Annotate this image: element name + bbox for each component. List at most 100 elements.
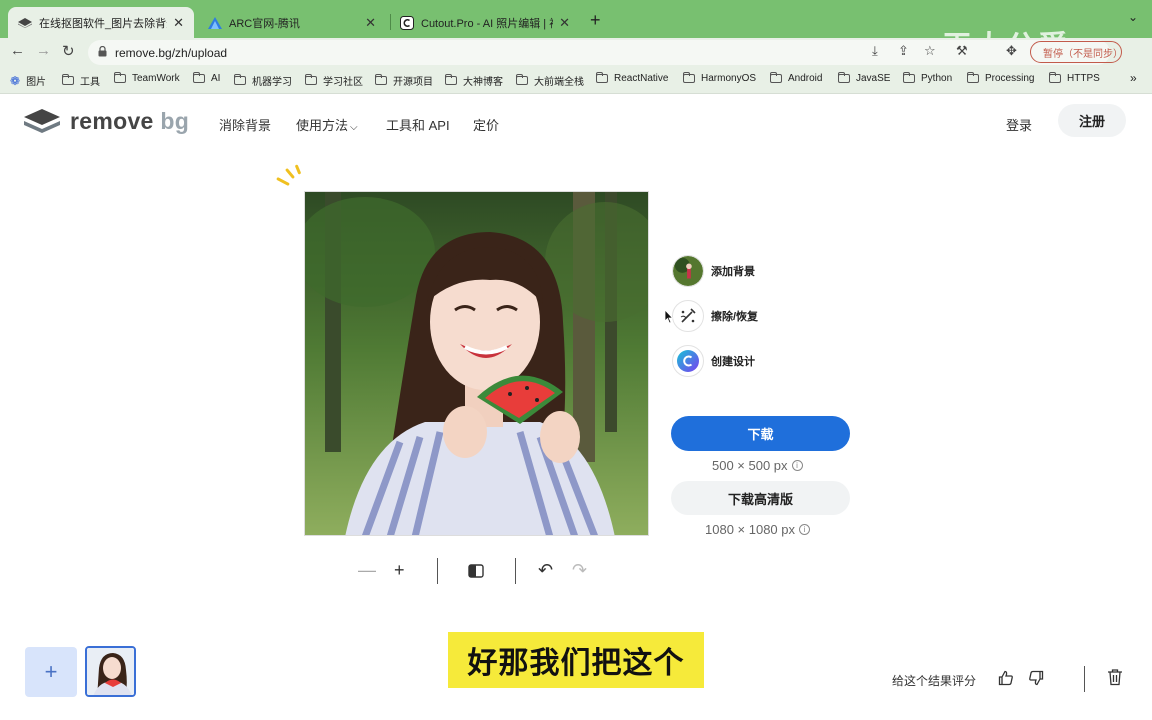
login-link[interactable]: 登录 (1006, 115, 1032, 134)
mouse-cursor-icon (664, 309, 674, 324)
removebg-logo[interactable]: remove bg (24, 108, 189, 135)
bookmark-folder[interactable]: Python (903, 72, 952, 84)
forward-arrow-icon[interactable]: → (36, 42, 51, 59)
close-tab-icon[interactable]: ✕ (365, 15, 376, 31)
bookmark-label: HTTPS (1067, 73, 1100, 84)
close-tab-icon[interactable]: ✕ (559, 15, 570, 31)
result-image (304, 191, 649, 536)
folder-icon (305, 74, 317, 85)
tab-cutout[interactable]: Cutout.Pro - AI 照片编辑 | 视 ✕ (390, 7, 580, 38)
bookmark-folder[interactable]: AI (193, 72, 220, 84)
baidu-paw-icon: ❁ (10, 73, 21, 88)
nav-how-to-use-label: 使用方法 (296, 118, 349, 133)
folder-icon (234, 74, 246, 85)
tab-search-chevron-icon[interactable]: ⌄ (1128, 10, 1138, 24)
new-tab-button[interactable]: + (590, 10, 601, 31)
folder-icon (683, 72, 695, 83)
hd-size-text: 1080 × 1080 px (705, 522, 795, 537)
reload-icon[interactable]: ↻ (62, 42, 75, 60)
compare-icon[interactable] (468, 562, 484, 583)
removebg-favicon-icon (18, 16, 32, 30)
folder-icon (114, 72, 126, 83)
thumbs-up-icon[interactable] (998, 670, 1014, 690)
bookmark-label: HarmonyOS (701, 73, 757, 84)
zoom-out-button[interactable]: — (358, 560, 376, 581)
extension-icon[interactable]: ⚒ (956, 43, 968, 59)
bookmark-folder[interactable]: ReactNative (596, 72, 669, 84)
bookmark-folder[interactable]: 大神博客 (445, 73, 503, 88)
nav-how-to-use[interactable]: 使用方法 ⌵ (296, 115, 358, 134)
toolbar-divider (437, 558, 438, 584)
download-size-text: 500 × 500 px (712, 458, 788, 473)
rate-result-label: 给这个结果评分 (892, 674, 977, 688)
cutout-favicon-icon (400, 15, 414, 30)
bookmark-folder[interactable]: 工具 (62, 73, 100, 88)
info-icon[interactable]: i (791, 460, 803, 471)
folder-icon (596, 72, 608, 83)
folder-icon (1049, 72, 1061, 83)
bookmark-star-icon[interactable]: ☆ (924, 43, 936, 59)
profile-paused-button[interactable]: 暂停（不是同步） (1030, 41, 1123, 63)
bookmark-item[interactable]: ❁ 图片 (10, 73, 46, 89)
bookmark-folder[interactable]: Processing (967, 72, 1035, 84)
bookmark-folder[interactable]: 学习社区 (305, 73, 363, 88)
magic-brush-icon (672, 300, 704, 332)
tab-title: 在线抠图软件_图片去除背景 | re (39, 17, 168, 30)
bookmark-folder[interactable]: TeamWork (114, 72, 180, 84)
signup-button[interactable]: 注册 (1058, 104, 1126, 137)
add-background-button[interactable]: 添加背景 (672, 255, 755, 287)
image-thumbnail[interactable] (85, 646, 136, 697)
info-icon[interactable]: i (799, 524, 810, 535)
download-hd-button[interactable]: 下载高清版 (671, 481, 850, 515)
bookmark-label: 学习社区 (323, 77, 363, 88)
bookmarks-overflow-button[interactable]: » (1130, 71, 1137, 85)
trash-icon[interactable] (1107, 668, 1123, 691)
tab-removebg[interactable]: 在线抠图软件_图片去除背景 | re ✕ (8, 7, 194, 38)
zoom-in-button[interactable]: + (394, 560, 405, 581)
redo-icon[interactable]: ↷ (572, 560, 587, 581)
bookmark-label: 机器学习 (252, 77, 292, 88)
download-button[interactable]: 下载 (671, 416, 850, 451)
thumbs-down-icon[interactable] (1028, 670, 1044, 690)
bookmark-label: ReactNative (614, 73, 669, 84)
install-app-icon[interactable]: ⤓ (872, 43, 878, 59)
folder-icon (445, 74, 457, 85)
bookmark-label: Processing (985, 73, 1035, 84)
nav-tools-api[interactable]: 工具和 API (386, 115, 450, 134)
lock-icon (98, 44, 107, 62)
toolbar-divider (515, 558, 516, 584)
close-tab-icon[interactable]: ✕ (173, 15, 184, 31)
share-icon[interactable]: ⇪ (898, 43, 909, 59)
extensions-puzzle-icon[interactable]: ✥ (1006, 43, 1017, 59)
logo-bg-text: bg (160, 108, 190, 134)
bookmark-folder[interactable]: 大前端全栈 (516, 73, 584, 88)
tab-arc[interactable]: ARC官网-腾讯 ✕ (198, 7, 386, 38)
url-text: remove.bg/zh/upload (115, 45, 228, 60)
bookmark-folder[interactable]: Android (770, 72, 823, 84)
arc-favicon-icon (208, 16, 222, 30)
sparkle-decoration (294, 164, 302, 175)
add-image-button[interactable]: + (25, 647, 77, 697)
bookmark-folder[interactable]: HarmonyOS (683, 72, 757, 84)
bookmark-label: 开源项目 (393, 77, 433, 88)
folder-icon (516, 74, 528, 85)
undo-icon[interactable]: ↶ (538, 560, 553, 581)
create-design-button[interactable]: 创建设计 (672, 345, 755, 377)
folder-icon (770, 72, 782, 83)
bookmark-folder[interactable]: JavaSE (838, 72, 890, 84)
bookmark-label: Android (788, 73, 823, 84)
nav-remove-background[interactable]: 消除背景 (219, 115, 271, 134)
bookmark-label: TeamWork (132, 73, 180, 84)
erase-restore-label: 擦除/恢复 (711, 311, 759, 323)
folder-icon (967, 72, 979, 83)
back-arrow-icon[interactable]: ← (10, 42, 25, 59)
nav-pricing[interactable]: 定价 (473, 115, 499, 134)
bookmark-folder[interactable]: 开源项目 (375, 73, 433, 88)
add-background-label: 添加背景 (711, 266, 755, 278)
folder-icon (193, 72, 205, 83)
image-toolbar: — + ↶ ↷ (354, 556, 594, 584)
bookmark-folder[interactable]: 机器学习 (234, 73, 292, 88)
bookmark-label: 工具 (80, 77, 100, 88)
bookmark-folder[interactable]: HTTPS (1049, 72, 1100, 84)
erase-restore-button[interactable]: 擦除/恢复 (672, 300, 758, 332)
